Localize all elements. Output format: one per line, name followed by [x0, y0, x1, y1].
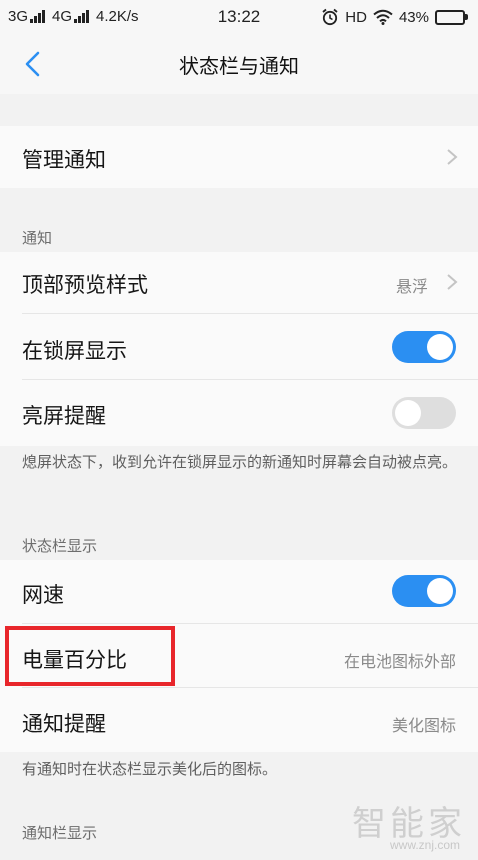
battery-percent: 43% — [398, 8, 429, 26]
highlight-box — [5, 626, 175, 686]
network-speed-label: 网速 — [22, 583, 64, 607]
manage-notifications-row[interactable]: 管理通知 — [0, 126, 478, 188]
notification-reminder-footnote: 有通知时在状态栏显示美化后的图标。 — [22, 760, 278, 778]
wake-screen-footnote: 熄屏状态下，收到允许在锁屏显示的新通知时屏幕会自动被点亮。 — [22, 453, 458, 471]
lock-screen-display-row: 在锁屏显示 — [0, 314, 478, 380]
lock-screen-display-label: 在锁屏显示 — [22, 339, 127, 363]
top-preview-style-label: 顶部预览样式 — [22, 273, 148, 297]
wifi-icon — [373, 9, 393, 25]
page-title: 状态栏与通知 — [179, 54, 299, 78]
section-header-notification: 通知 — [22, 229, 53, 247]
top-preview-style-row[interactable]: 顶部预览样式 悬浮 — [0, 252, 478, 314]
wake-screen-reminder-row: 亮屏提醒 — [0, 380, 478, 446]
wake-screen-reminder-toggle[interactable] — [392, 397, 456, 429]
network-speed-toggle[interactable] — [392, 575, 456, 607]
nav-bar: 状态栏与通知 — [0, 34, 478, 94]
notification-reminder-value: 美化图标 — [391, 716, 456, 735]
hd-label: HD — [345, 8, 367, 26]
section-header-status-bar: 状态栏显示 — [22, 537, 98, 555]
lock-screen-display-toggle[interactable] — [392, 331, 456, 363]
notification-reminder-label: 通知提醒 — [22, 712, 106, 736]
alarm-icon — [322, 8, 338, 26]
battery-icon — [435, 9, 468, 25]
section-header-notification-bar: 通知栏显示 — [22, 824, 98, 842]
network-speed-row: 网速 — [0, 560, 478, 624]
manage-notifications-label: 管理通知 — [22, 148, 106, 172]
chevron-right-icon — [447, 274, 458, 290]
battery-percentage-value: 在电池图标外部 — [343, 652, 456, 671]
status-right: HD 43% — [321, 8, 468, 26]
status-bar: 3G 4G 4.2K/s 13:22 HD 43% — [0, 0, 478, 34]
top-preview-style-value: 悬浮 — [395, 277, 428, 296]
notification-reminder-row[interactable]: 通知提醒 美化图标 — [0, 688, 478, 752]
chevron-right-icon — [447, 149, 458, 165]
wake-screen-reminder-label: 亮屏提醒 — [22, 404, 106, 428]
watermark-url: www.znj.com — [389, 838, 460, 852]
